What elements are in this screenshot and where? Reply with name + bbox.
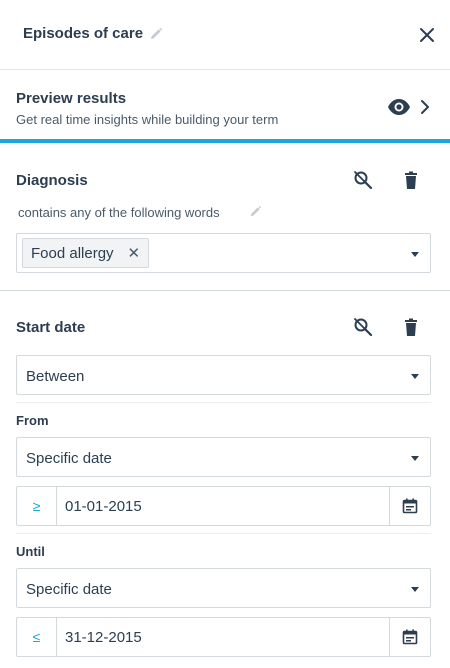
search-off-icon[interactable] [352, 316, 374, 338]
panel-title: Episodes of care [23, 25, 144, 42]
calendar-icon [402, 629, 418, 645]
operator-value: Between [26, 368, 85, 385]
edit-condition-icon[interactable] [249, 205, 262, 218]
diagnosis-title: Diagnosis [16, 172, 88, 189]
from-date-field: ≥ [16, 486, 431, 526]
field-divider [16, 402, 431, 403]
search-off-icon[interactable] [352, 169, 374, 191]
chevron-down-icon [411, 374, 419, 379]
chevron-right-icon[interactable] [418, 99, 432, 115]
preview-title: Preview results [16, 90, 127, 107]
delete-icon[interactable] [400, 169, 422, 191]
less-equal-operator[interactable]: ≤ [17, 618, 57, 656]
greater-equal-operator[interactable]: ≥ [17, 487, 57, 525]
until-label: Until [16, 544, 45, 559]
from-date-input[interactable] [65, 498, 345, 515]
preview-subtitle: Get real time insights while building yo… [16, 112, 279, 127]
until-date-input[interactable] [65, 629, 345, 646]
edit-title-icon[interactable] [149, 27, 163, 41]
chevron-down-icon[interactable] [411, 252, 419, 257]
section-divider [0, 290, 450, 291]
until-date-field: ≤ [16, 617, 431, 657]
from-type-value: Specific date [26, 450, 112, 467]
chevron-down-icon [411, 587, 419, 592]
diagnosis-tag-input[interactable]: Food allergy ✕ [16, 233, 431, 273]
calendar-button[interactable] [389, 618, 430, 656]
tag-chip-label: Food allergy [31, 244, 114, 262]
preview-accent-bar [0, 139, 450, 143]
start-date-title: Start date [16, 319, 86, 336]
tag-chip: Food allergy ✕ [22, 238, 150, 268]
operator-select[interactable]: Between [16, 355, 431, 395]
field-divider [16, 533, 431, 534]
from-label: From [16, 413, 49, 428]
calendar-button[interactable] [389, 487, 430, 525]
until-type-select[interactable]: Specific date [16, 568, 431, 608]
calendar-icon [402, 498, 418, 514]
diagnosis-condition: contains any of the following words [18, 205, 220, 220]
tag-remove-icon[interactable]: ✕ [128, 244, 141, 262]
panel-header: Episodes of care [0, 0, 450, 70]
from-type-select[interactable]: Specific date [16, 437, 431, 477]
until-type-value: Specific date [26, 581, 112, 598]
preview-results-row[interactable]: Preview results Get real time insights w… [0, 71, 450, 140]
close-icon[interactable] [417, 25, 437, 45]
eye-icon[interactable] [387, 98, 411, 116]
delete-icon[interactable] [400, 316, 422, 338]
chevron-down-icon [411, 456, 419, 461]
